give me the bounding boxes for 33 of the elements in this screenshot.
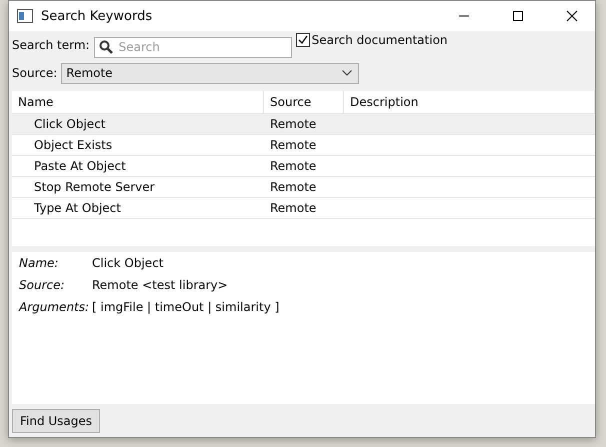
column-header[interactable]: Description <box>344 91 595 113</box>
window-title: Search Keywords <box>41 8 154 24</box>
table-row[interactable]: Click Object Remote <box>12 114 595 135</box>
chevron-icon <box>342 70 352 76</box>
source-cell-text: Remote <box>269 179 318 196</box>
source-cell-text: Remote <box>269 158 318 175</box>
checkbox-label: Search documentation <box>312 33 448 47</box>
source-dropdown[interactable]: Remote <box>61 62 360 84</box>
search-icon <box>98 40 113 54</box>
detail-value: [ imgFile | timeOut | similarity ] <box>92 300 280 316</box>
source-cell-text: Remote <box>269 137 318 154</box>
detail-value: Click Object <box>92 256 164 272</box>
source-cell-text: Remote <box>269 116 318 133</box>
column-header[interactable]: Name <box>12 91 264 113</box>
detail-label: Arguments: <box>19 300 90 316</box>
search-field[interactable]: Search <box>94 36 292 58</box>
maximize-icon <box>512 10 524 22</box>
close-icon <box>566 10 578 22</box>
detail-label: Name: <box>19 256 60 272</box>
keyword-name-cell-text: Stop Remote Server <box>33 179 156 196</box>
keyword-name-cell-text: Click Object <box>33 116 106 133</box>
app-icon <box>17 9 33 23</box>
keyword-name-cell-text: Paste At Object <box>33 158 127 175</box>
source-label: Source: <box>12 66 58 80</box>
search-term-label: Search term: <box>12 38 90 52</box>
column-header[interactable]: Source <box>264 91 344 113</box>
source-cell-text: Remote <box>269 200 318 217</box>
search-documentation-checkbox[interactable] <box>296 33 310 47</box>
keyword-name-cell-text: Object Exists <box>33 137 114 154</box>
find-usages-button[interactable]: Find Usages <box>12 408 100 432</box>
detail-label: Source: <box>19 278 66 294</box>
detail-value: Remote <test library> <box>92 278 229 294</box>
keyword-name-cell-text: Type At Object <box>33 200 122 217</box>
